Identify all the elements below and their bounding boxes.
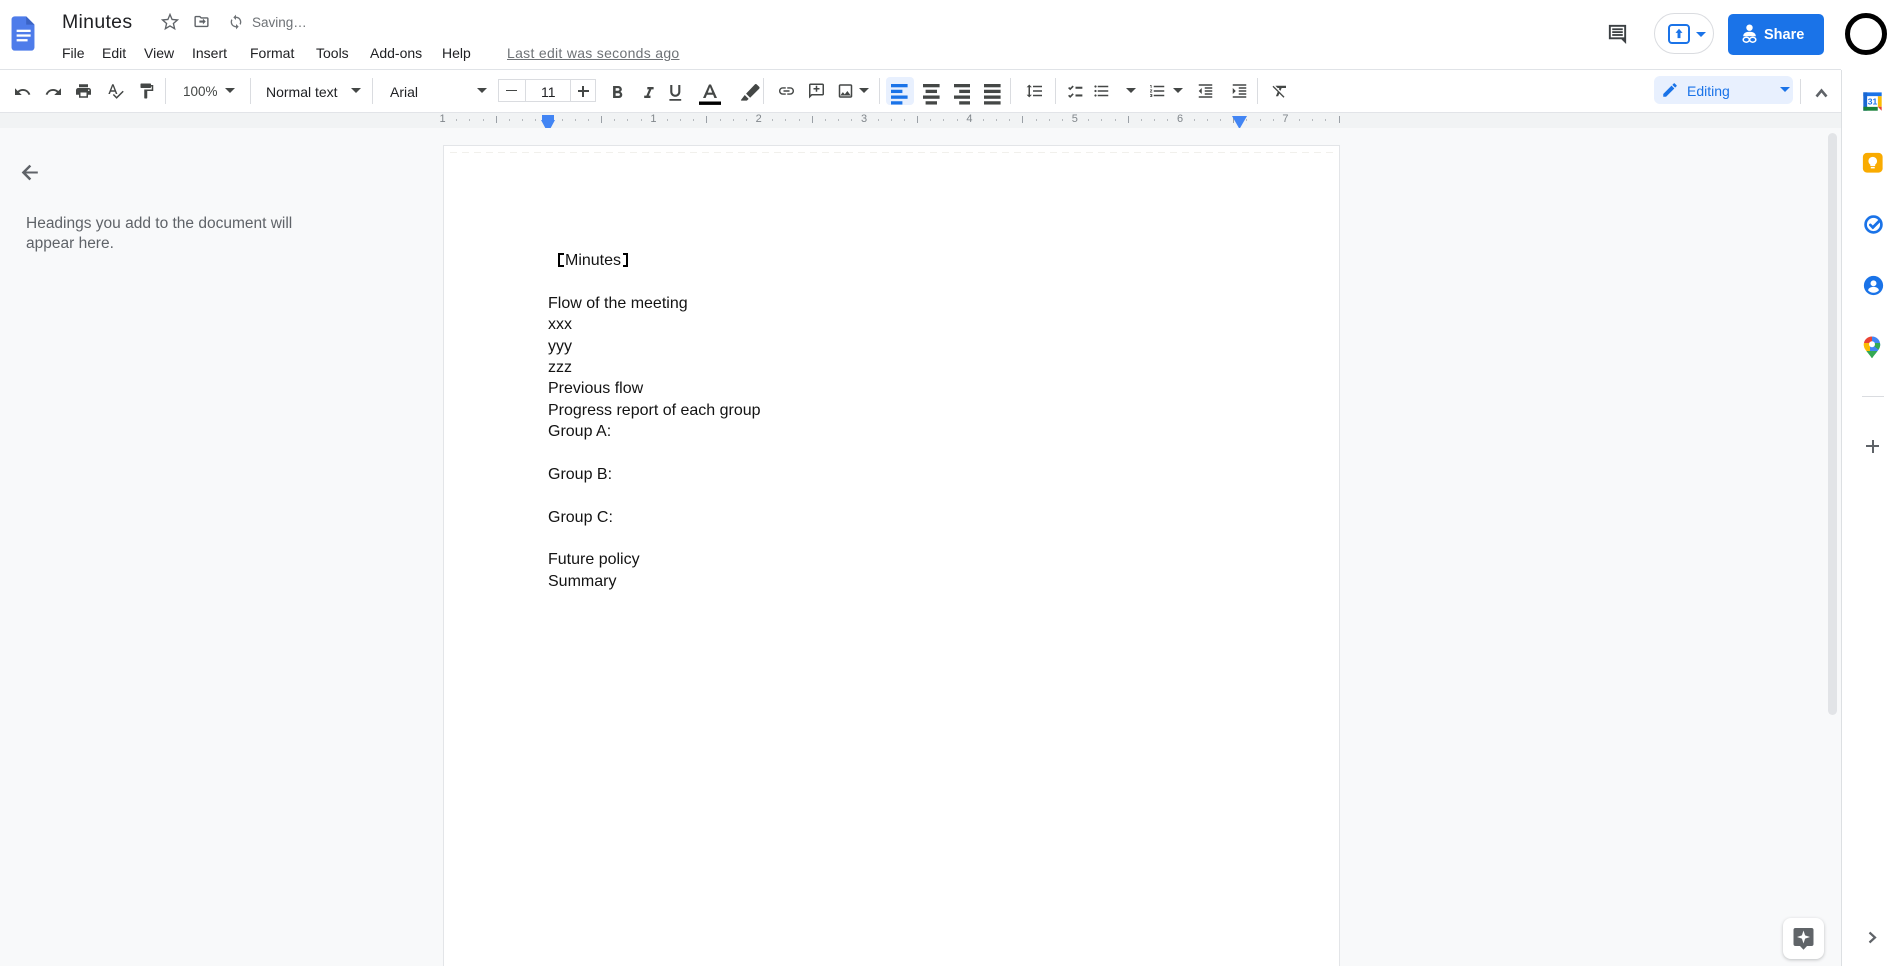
svg-text:31: 31 [1868, 96, 1878, 106]
